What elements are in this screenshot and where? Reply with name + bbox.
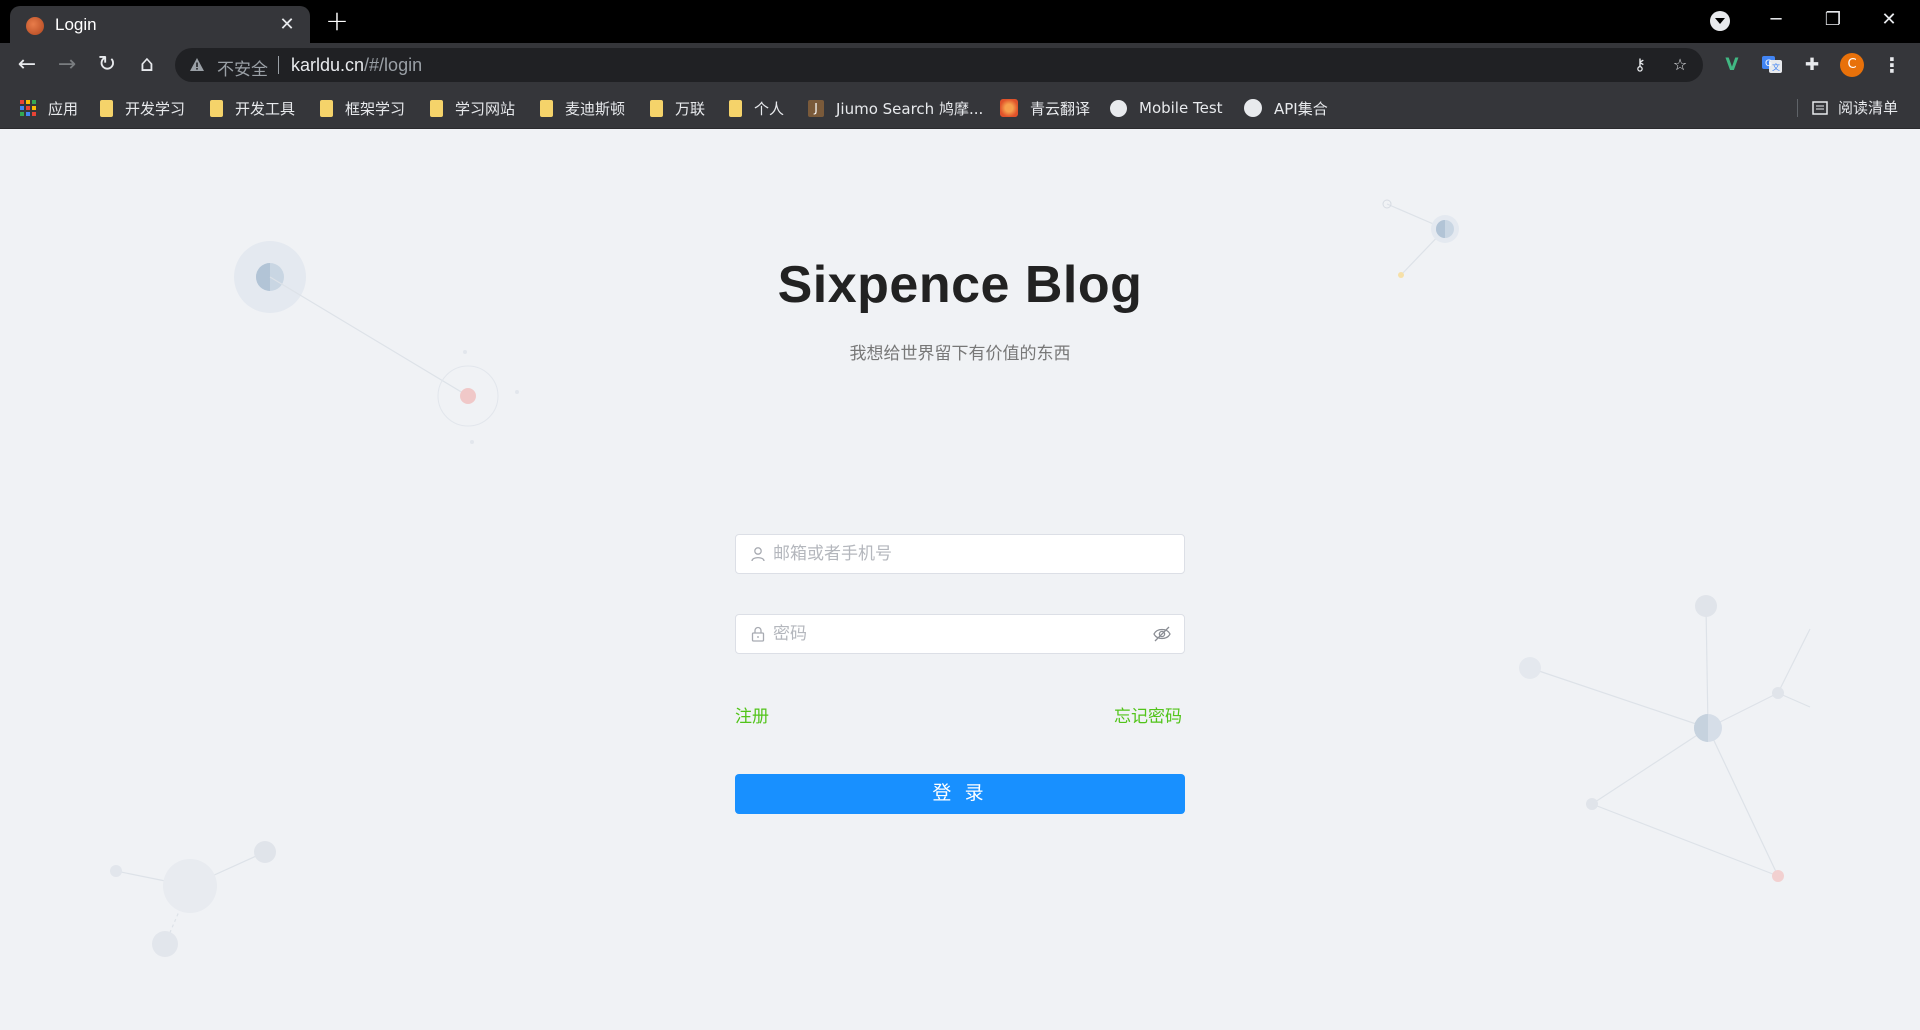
bookmark-label: API集合 [1274,99,1328,118]
j-icon: J [808,99,824,117]
eye-hidden-icon[interactable] [1152,625,1172,643]
login-page: Sixpence Blog 我想给世界留下有价值的东西 注册 忘记密码 登 录 [0,129,1920,1030]
password-field [735,614,1185,654]
minimize-window-button[interactable]: ─ [1753,4,1799,36]
omnibox-divider [278,56,279,74]
forgot-password-link[interactable]: 忘记密码 [1114,702,1182,727]
reading-list-button[interactable]: 阅读清单 [1812,97,1898,118]
login-button[interactable]: 登 录 [735,774,1185,814]
close-window-button[interactable]: ✕ [1866,4,1912,36]
qingyun-icon [1000,99,1018,117]
folder-icon [320,99,333,117]
bookmark-api[interactable]: API集合 [1244,97,1328,119]
bookmark-label: 应用 [48,99,79,118]
apps-grid-icon [20,100,36,116]
browser-toolbar: ← → ↻ ⌂ 不安全 karldu.cn/#/login ⚷ ☆ V G文 ✚… [0,43,1920,87]
folder-icon [729,99,742,117]
bookmark-folder[interactable]: 万联 [650,97,705,119]
bookmark-folder[interactable]: 学习网站 [430,97,515,119]
bookmark-label: 开发学习 [125,99,186,118]
folder-icon [430,99,443,117]
bookmark-folder[interactable]: 麦迪斯顿 [540,97,625,119]
folder-icon [540,99,553,117]
bookmark-star-icon[interactable]: ☆ [1670,55,1690,75]
address-bar[interactable]: 不安全 karldu.cn/#/login ⚷ ☆ [175,48,1703,82]
forward-arrow-icon[interactable]: → [52,50,82,80]
url-path: /#/login [364,55,423,75]
bookmark-label: 个人 [754,99,785,118]
browser-titlebar: Login ✕ + ─ ❐ ✕ [0,0,1920,43]
bookmark-label: Jiumo Search 鸠摩... [836,99,984,118]
bookmark-folder[interactable]: 框架学习 [320,97,405,119]
bookmark-label: 麦迪斯顿 [565,99,626,118]
browser-tab-active[interactable]: Login ✕ [10,6,310,43]
password-input[interactable] [773,615,1143,653]
bookmark-label: 青云翻译 [1030,99,1091,118]
translate-extension-icon[interactable]: G文 [1760,53,1784,77]
user-icon [751,547,765,562]
svg-text:G: G [1765,59,1772,69]
tab-favicon-icon [26,17,44,35]
back-arrow-icon[interactable]: ← [12,50,42,80]
bookmark-label: 框架学习 [345,99,406,118]
bookmark-folder[interactable]: 开发工具 [210,97,295,119]
lock-icon [751,626,765,642]
bookmark-mobile-test[interactable]: Mobile Test [1110,97,1223,119]
bookmarks-divider [1797,99,1798,117]
bookmark-label: Mobile Test [1139,99,1223,117]
home-icon[interactable]: ⌂ [132,50,162,80]
login-subtitle: 我想给世界留下有价值的东西 [849,344,1071,364]
github-icon [1244,99,1262,117]
bookmark-qingyun[interactable]: 青云翻译 [1000,97,1090,119]
url-text[interactable]: karldu.cn/#/login [291,55,422,76]
bookmark-label: 万联 [675,99,706,118]
folder-icon [210,99,223,117]
restore-window-button[interactable]: ❐ [1810,4,1856,36]
new-tab-button[interactable]: + [323,7,351,35]
register-link[interactable]: 注册 [735,702,769,727]
warning-triangle-icon [190,58,204,71]
login-title: Sixpence Blog [777,256,1143,314]
username-field [735,534,1185,574]
globe-icon [1110,99,1127,117]
bookmark-label: 开发工具 [235,99,296,118]
reload-icon[interactable]: ↻ [92,50,122,80]
bookmarks-bar: 应用 开发学习 开发工具 框架学习 学习网站 麦迪斯顿 万联 个人 J Jiumo… [0,87,1920,129]
bookmark-apps[interactable]: 应用 [20,97,78,119]
reading-list-icon [1812,100,1828,115]
url-host: karldu.cn [291,55,365,75]
bookmark-folder[interactable]: 开发学习 [100,97,185,119]
profile-avatar[interactable]: C [1840,53,1864,77]
vue-devtools-icon[interactable]: V [1720,53,1744,77]
browser-menu-icon[interactable]: ⋮ [1882,51,1902,79]
extensions-puzzle-icon[interactable]: ✚ [1800,53,1824,77]
svg-text:文: 文 [1772,62,1780,72]
bookmark-folder[interactable]: 个人 [729,97,784,119]
username-input[interactable] [773,535,1143,573]
tab-close-icon[interactable]: ✕ [276,14,298,36]
folder-icon [650,99,663,117]
folder-icon [100,99,113,117]
bookmark-label: 学习网站 [455,99,516,118]
tab-title: Login [55,15,97,34]
media-control-icon[interactable] [1710,11,1730,31]
bookmark-jiumo[interactable]: J Jiumo Search 鸠摩... [808,97,983,119]
reading-list-label: 阅读清单 [1838,99,1899,117]
key-icon[interactable]: ⚷ [1630,55,1650,75]
security-status-label[interactable]: 不安全 [217,55,268,80]
